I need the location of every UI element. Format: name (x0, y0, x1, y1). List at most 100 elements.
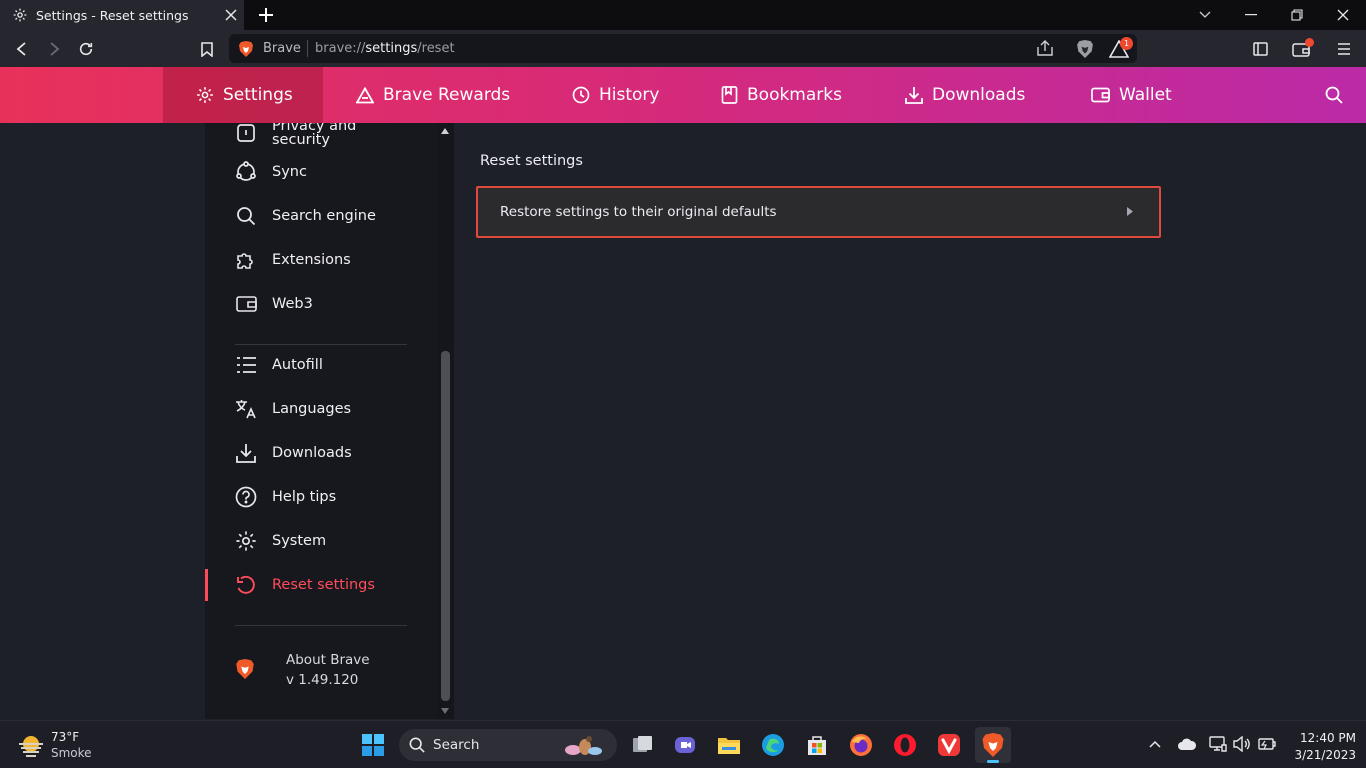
sidebar-item-search-engine[interactable]: Search engine (205, 196, 437, 236)
settings-nav-bar: Settings Brave Rewards History Bookmarks… (0, 67, 1366, 123)
tray-overflow-chevron-icon[interactable] (1144, 733, 1166, 755)
clock-icon (572, 86, 590, 104)
sidebar-item-sync[interactable]: Sync (205, 152, 437, 192)
sidebar-scrollbar[interactable] (437, 123, 454, 719)
search-icon (409, 737, 425, 753)
nav-item-label: Bookmarks (747, 85, 842, 105)
nav-item-settings[interactable]: Settings (163, 67, 323, 123)
onedrive-cloud-icon[interactable] (1176, 733, 1198, 755)
microsoft-store-icon[interactable] (799, 727, 835, 763)
menu-icon[interactable] (1329, 34, 1359, 64)
nav-item-brave-rewards[interactable]: Brave Rewards (356, 67, 510, 123)
clock[interactable]: 12:40 PM 3/21/2023 (1286, 729, 1356, 763)
restore-defaults-row[interactable]: Restore settings to their original defau… (476, 186, 1161, 238)
privacy-icon (234, 123, 258, 145)
sidebar-item-label: Web3 (272, 296, 313, 312)
task-view-icon[interactable] (625, 727, 661, 763)
chevron-right-icon (1127, 207, 1133, 216)
help-icon (234, 485, 258, 509)
omnibox-brand-label: Brave (263, 41, 301, 56)
brave-rewards-icon[interactable]: 1 (1104, 34, 1134, 64)
sidebar-item-label: System (272, 533, 327, 549)
volume-icon[interactable] (1231, 733, 1253, 755)
sidebar-item-reset-settings[interactable]: Reset settings (205, 565, 437, 605)
scroll-up-arrow-icon[interactable] (441, 128, 449, 134)
sidebar-item-label: Reset settings (272, 577, 375, 593)
sidebar-item-web3[interactable]: Web3 (205, 284, 437, 324)
sidebar-item-extensions[interactable]: Extensions (205, 240, 437, 280)
network-icon[interactable] (1207, 733, 1229, 755)
sidebar-item-autofill[interactable]: Autofill (205, 345, 437, 385)
restore-icon[interactable] (1274, 0, 1320, 30)
brave-taskbar-icon[interactable] (975, 727, 1011, 763)
wallet-icon (1091, 87, 1110, 103)
nav-item-label: Wallet (1119, 85, 1172, 105)
edge-browser-icon[interactable] (755, 727, 791, 763)
start-button[interactable] (355, 727, 391, 763)
about-version: v 1.49.120 (286, 672, 359, 688)
active-indicator (205, 569, 208, 601)
puzzle-icon (234, 248, 258, 272)
forward-icon[interactable] (39, 34, 69, 64)
active-app-indicator (987, 760, 999, 763)
minimize-icon[interactable] (1228, 0, 1274, 30)
sidebar-divider (235, 625, 407, 626)
share-icon[interactable] (1037, 40, 1054, 56)
brave-lion-icon (239, 41, 253, 57)
triangle-icon (356, 86, 374, 104)
wallet-icon (234, 292, 258, 316)
sidebar-toggle-icon[interactable] (1245, 34, 1275, 64)
url-text[interactable]: brave://settings/reset (315, 41, 455, 56)
firefox-icon[interactable] (843, 727, 879, 763)
about-brave-link[interactable]: About Brave v 1.49.120 (205, 643, 437, 693)
battery-charging-icon[interactable] (1255, 733, 1277, 755)
taskbar-search-box[interactable]: Search (399, 729, 617, 761)
about-title: About Brave (286, 652, 370, 668)
reset-icon (234, 573, 258, 597)
back-icon[interactable] (7, 34, 37, 64)
sidebar-item-label: Privacy and security (272, 123, 357, 148)
notification-badge: 1 (1120, 37, 1133, 50)
weather-widget[interactable]: 73°F Smoke (16, 729, 116, 763)
wallet-icon[interactable] (1286, 34, 1316, 64)
search-highlight-illustration-icon (559, 733, 607, 757)
taskbar-search-label: Search (433, 737, 480, 753)
nav-item-downloads[interactable]: Downloads (905, 67, 1025, 123)
file-explorer-icon[interactable] (711, 727, 747, 763)
tab-search-chevron-icon[interactable] (1182, 0, 1228, 30)
close-tab-icon[interactable] (218, 2, 244, 28)
browser-toolbar: Brave brave://settings/reset 1 (0, 30, 1366, 67)
sidebar-item-help-tips[interactable]: Help tips (205, 477, 437, 517)
nav-item-label: Downloads (932, 85, 1026, 105)
bookmark-icon[interactable] (192, 34, 222, 64)
address-bar[interactable]: Brave brave://settings/reset (229, 34, 1137, 63)
scroll-down-arrow-icon[interactable] (441, 708, 449, 714)
tab-strip: Settings - Reset settings (0, 0, 1366, 30)
nav-item-wallet[interactable]: Wallet (1091, 67, 1172, 123)
teams-chat-icon[interactable] (667, 727, 703, 763)
new-tab-button[interactable] (254, 4, 278, 26)
download-icon (905, 86, 923, 104)
opera-icon[interactable] (887, 727, 923, 763)
sidebar-item-languages[interactable]: Languages (205, 389, 437, 429)
wallet-alert-dot (1305, 38, 1314, 47)
sidebar-item-system[interactable]: System (205, 521, 437, 561)
gear-icon (196, 86, 214, 104)
sidebar-item-label: Downloads (272, 445, 352, 461)
vivaldi-icon[interactable] (931, 727, 967, 763)
scrollbar-thumb[interactable] (441, 351, 450, 701)
brave-shields-icon[interactable] (1070, 34, 1100, 64)
sidebar-item-label: Search engine (272, 208, 376, 224)
windows-taskbar: 73°F Smoke Search 12:40 PM 3/21/2023 (0, 720, 1366, 768)
weather-haze-icon (18, 734, 44, 758)
reload-icon[interactable] (71, 34, 101, 64)
search-icon (234, 204, 258, 228)
nav-item-bookmarks[interactable]: Bookmarks (721, 67, 842, 123)
close-window-icon[interactable] (1320, 0, 1366, 30)
active-tab[interactable]: Settings - Reset settings (0, 0, 244, 30)
omnibox-separator (307, 40, 308, 57)
sidebar-item-privacy[interactable]: Privacy and security (205, 123, 437, 153)
settings-search-icon[interactable] (1325, 67, 1343, 123)
nav-item-history[interactable]: History (572, 67, 659, 123)
sidebar-item-downloads[interactable]: Downloads (205, 433, 437, 473)
